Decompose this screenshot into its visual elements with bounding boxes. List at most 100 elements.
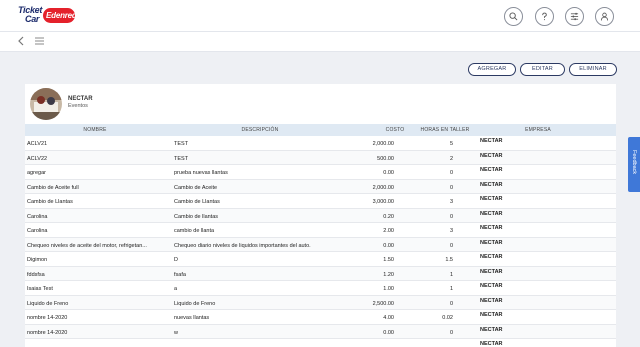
ticket-car-logo[interactable]: Ticket Car Edenred [16, 4, 78, 28]
company-photo-icon [30, 88, 62, 120]
cell-empresa: NECTAR [480, 225, 503, 231]
table-row[interactable]: ACLV22 TEST 500.00 2 NECTAR [25, 150, 616, 165]
filters-button[interactable] [565, 7, 584, 26]
cell-descripcion: w [174, 329, 178, 336]
column-header-horas[interactable]: HORAS EN TALLER [415, 124, 475, 136]
feedback-label: Feedback [631, 150, 637, 175]
edenred-badge: Edenred [43, 8, 77, 23]
delete-button[interactable]: ELIMINAR [569, 63, 617, 76]
table-row[interactable]: Carolina cambio de llanta 2.00 3 NECTAR [25, 223, 616, 238]
cell-empresa: NECTAR [480, 181, 503, 188]
cell-costo: 2.00 [383, 228, 394, 234]
cell-nombre: Isaias Test [27, 286, 53, 292]
table-row[interactable]: ACLV21 TEST 2,000.00 5 NECTAR [25, 136, 616, 151]
table-header: NOMBRE DESCRIPCIÓN COSTO HORAS EN TALLER… [25, 124, 616, 136]
cell-costo: 2,500.00 [372, 300, 394, 307]
cell-nombre: Cambio de Aceite full [27, 184, 79, 191]
filters-icon [570, 12, 579, 21]
table-row[interactable]: Liquido de Freno Liquido de Freno 2,500.00… [25, 295, 616, 310]
table-row[interactable]: nombre 14-2020 nuevas llantas 4.00 0.02 NECT… [25, 310, 616, 325]
cell-empresa: NECTAR [480, 312, 503, 318]
feedback-tab[interactable]: Feedback [628, 137, 640, 192]
cell-nombre: Liquido de Freno [27, 300, 69, 307]
cell-nombre: Cambio de Llantas [27, 199, 73, 205]
cell-costo: 0.00 [383, 170, 394, 176]
cell-horas: 1 [449, 271, 453, 278]
cell-descripcion: TEST [174, 141, 189, 147]
cell-nombre: fddsfsa [27, 271, 45, 278]
company-name: NECTAR [68, 96, 93, 102]
cell-empresa: NECTAR [480, 254, 503, 260]
cell-nombre: Carolina [27, 228, 48, 234]
cell-horas: 0 [449, 242, 453, 249]
cell-nombre: agregar [27, 170, 46, 176]
cell-costo: 500.00 [377, 155, 394, 162]
cell-nombre: Digimon [27, 257, 48, 263]
cell-descripcion: Cambio de Llantas [174, 199, 220, 205]
cell-descripcion: D [174, 257, 178, 263]
table-row[interactable]: fddsfsa fsafa 1.20 1 NECTAR [25, 266, 616, 281]
cell-horas: 0 [449, 184, 453, 191]
cell-horas: 0.02 [442, 315, 453, 321]
cell-costo: 1.20 [383, 271, 394, 278]
user-button[interactable] [595, 7, 614, 26]
table-row[interactable]: Cambio de Llantas Cambio de Llantas 3,000.… [25, 194, 616, 209]
sub-bar [0, 31, 640, 52]
cell-nombre: Carolina [27, 213, 48, 220]
cell-costo: 3,000.00 [372, 199, 394, 205]
cell-horas: 3 [449, 228, 453, 234]
column-header-nombre[interactable]: NOMBRE [55, 124, 135, 136]
help-button[interactable] [535, 7, 554, 26]
column-header-costo[interactable]: COSTO [370, 124, 420, 136]
cell-empresa: NECTAR [480, 341, 503, 347]
cell-costo: 1.50 [383, 257, 394, 263]
table-row[interactable]: Carolina Cambio de llantas 0.20 0 NECTAR [25, 208, 616, 223]
cell-nombre: ACLV21 [27, 141, 48, 147]
company-avatar [30, 88, 62, 120]
table-row[interactable]: Cambio de Aceite full Cambio de Aceite 2,0… [25, 179, 616, 194]
cell-costo: 0.00 [383, 242, 394, 249]
cell-empresa: NECTAR [480, 326, 503, 333]
table-row[interactable]: Chequeo niveles de aceite del motor, ref… [25, 237, 616, 252]
cell-descripcion: prueba nuevas llantas [174, 170, 228, 176]
table-row[interactable]: nombre 14-2020 w 0.00 0 NECTAR [25, 324, 616, 339]
cell-horas: 0 [449, 213, 453, 220]
cell-descripcion: cambio de llanta [174, 228, 215, 234]
cell-nombre: nombre 14-2020 [27, 329, 68, 336]
cell-empresa: NECTAR [480, 239, 503, 246]
table-row[interactable]: agregar prueba nuevas llantas 0.00 0 NECTAR [25, 165, 616, 180]
add-button[interactable]: AGREGAR [468, 63, 516, 76]
cell-descripcion: nuevas llantas [174, 315, 210, 321]
cell-costo: 2,000.00 [372, 184, 394, 191]
column-header-empresa[interactable]: EMPRESA [508, 124, 568, 136]
edit-button[interactable]: EDITAR [520, 63, 565, 76]
column-header-descripcion[interactable]: DESCRIPCIÓN [220, 124, 300, 136]
cell-costo: 0.00 [383, 329, 394, 336]
cell-horas: 1.5 [445, 257, 453, 263]
cell-horas: 0 [449, 329, 453, 336]
help-icon [542, 12, 547, 21]
cell-descripcion: Cambio de llantas [174, 213, 219, 220]
services-card: NECTAR Eventos NOMBRE DESCRIPCIÓN COSTO … [25, 84, 616, 347]
cell-horas: 2 [449, 155, 453, 162]
cell-nombre: nombre 14-2020 [27, 315, 68, 321]
cell-empresa: NECTAR [480, 268, 503, 275]
company-header: NECTAR Eventos [25, 84, 616, 124]
cell-descripcion: a [174, 286, 178, 292]
logo-line2: Car [25, 14, 40, 24]
table-row[interactable]: Digimon D 1.50 1.5 NECTAR [25, 252, 616, 267]
cell-nombre: Chequeo niveles de aceite del motor, ref… [27, 242, 147, 249]
back-arrow-icon[interactable] [17, 36, 26, 46]
cell-empresa: NECTAR [480, 196, 503, 202]
search-button[interactable] [504, 7, 523, 26]
table-row[interactable]: Isaias Test a 1.00 1 NECTAR [25, 281, 616, 296]
hamburger-menu-icon[interactable] [35, 37, 44, 45]
user-icon [600, 12, 609, 21]
cell-descripcion: Liquido de Freno [174, 300, 216, 307]
top-bar: Ticket Car Edenred [0, 0, 640, 31]
cell-costo: 0.20 [383, 213, 394, 220]
cell-empresa: NECTAR [480, 283, 503, 289]
cell-descripcion: fsafa [174, 271, 186, 278]
cell-horas: 3 [449, 199, 453, 205]
table-row[interactable]: NECTAR [25, 339, 616, 347]
